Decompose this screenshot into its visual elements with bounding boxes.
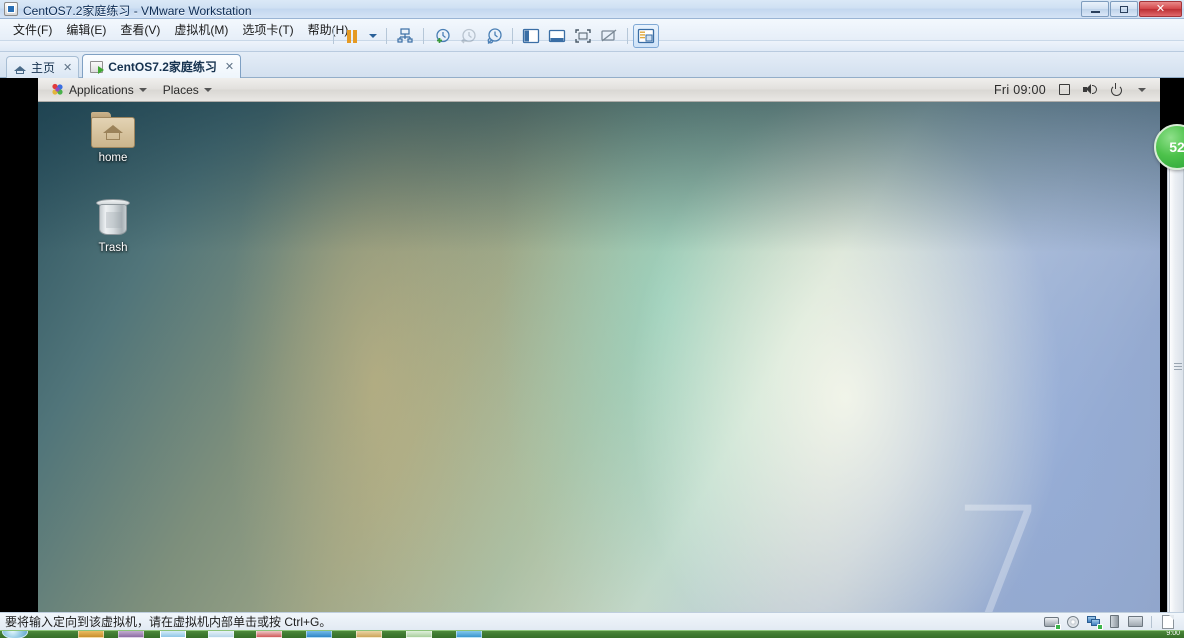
tab-centos-vm[interactable]: CentOS7.2家庭练习 ✕ (82, 54, 242, 78)
notification-icon[interactable] (1056, 82, 1072, 98)
chevron-down-icon (138, 87, 147, 92)
scrollbar-thumb[interactable] (1169, 156, 1184, 612)
guest-screen[interactable]: Applications Places Fri 09:00 7 home Tra… (38, 78, 1160, 612)
tab-home[interactable]: 主页 ✕ (6, 56, 80, 78)
desktop-icon-trash-label: Trash (98, 242, 128, 254)
toolbar (0, 24, 1184, 52)
taskbar-item[interactable] (406, 631, 432, 638)
tab-home-close-icon[interactable]: ✕ (60, 61, 72, 74)
console-view-icon (637, 28, 655, 44)
volume-icon[interactable] (1082, 82, 1098, 98)
usb-device-icon[interactable] (1106, 615, 1123, 629)
host-taskbar[interactable]: 9:00 (0, 630, 1184, 638)
host-taskbar-clock[interactable]: 9:00 (1166, 631, 1180, 637)
places-menu-label: Places (162, 82, 199, 97)
taskbar-item[interactable] (456, 631, 482, 638)
desktop-icon-home[interactable]: home (74, 112, 152, 164)
status-bar: 要将输入定向到该虚拟机，请在虚拟机内部单击或按 Ctrl+G。 (0, 612, 1184, 630)
minimize-button[interactable] (1081, 1, 1109, 17)
restore-button[interactable] (1110, 1, 1138, 17)
suspend-button[interactable] (339, 24, 365, 48)
show-library-button[interactable] (518, 24, 544, 48)
close-icon: ✕ (1155, 2, 1166, 15)
menu-file[interactable]: 文件(F) (6, 19, 59, 40)
menu-tabs[interactable]: 选项卡(T) (235, 19, 300, 40)
desktop-icon-home-label: home (98, 152, 128, 164)
status-message: 要将输入定向到该虚拟机，请在虚拟机内部单击或按 Ctrl+G。 (5, 615, 332, 629)
panel-clock[interactable]: Fri 09:00 (994, 83, 1046, 97)
wallpaper-watermark: 7 (952, 476, 1048, 612)
taskbar-item[interactable] (356, 631, 382, 638)
power-dropdown-button[interactable] (365, 24, 381, 48)
home-icon (14, 62, 26, 74)
console-vertical-scrollbar[interactable] (1167, 156, 1184, 612)
desktop-icon-trash[interactable]: Trash (74, 198, 152, 254)
menu-view[interactable]: 查看(V) (113, 19, 167, 40)
hard-disk-icon[interactable] (1043, 615, 1061, 630)
snapshot-icon (397, 28, 413, 43)
folder-icon (91, 112, 135, 148)
pause-icon (347, 29, 357, 43)
start-orb-icon[interactable] (2, 631, 28, 638)
cd-dvd-icon[interactable] (1064, 615, 1081, 629)
manage-snapshots-button[interactable] (481, 24, 507, 48)
taskbar-item[interactable] (306, 631, 332, 638)
wallpaper-shade (38, 102, 1160, 252)
printer-icon[interactable] (1127, 615, 1144, 629)
status-device-icons (1043, 614, 1184, 630)
window-title: CentOS7.2家庭练习 - VMware Workstation (23, 4, 252, 18)
clock-revert-icon (461, 28, 476, 44)
taskbar-item[interactable] (78, 631, 104, 638)
gnome-top-panel: Applications Places Fri 09:00 (38, 78, 1160, 102)
unity-mode-icon (601, 29, 617, 42)
vm-running-icon (90, 60, 105, 74)
snapshot-manager-button[interactable] (392, 24, 418, 48)
close-button[interactable]: ✕ (1139, 1, 1182, 17)
menu-edit[interactable]: 编辑(E) (59, 19, 113, 40)
scrollbar-grip (1174, 363, 1182, 370)
menu-vm[interactable]: 虚拟机(M) (167, 19, 235, 40)
clock-plus-icon (436, 28, 450, 43)
network-adapter-icon[interactable] (1085, 615, 1103, 630)
tab-centos-vm-close-icon[interactable]: ✕ (222, 60, 234, 73)
vmware-workstation-window: CentOS7.2家庭练习 - VMware Workstation ✕ 文件(… (0, 0, 1184, 638)
console-view-button[interactable] (633, 24, 659, 48)
tab-home-label: 主页 (31, 61, 56, 75)
thumbnail-bar-icon (548, 29, 566, 43)
chevron-down-icon (203, 87, 212, 92)
taskbar-item[interactable] (118, 631, 144, 638)
chevron-down-icon (369, 34, 377, 38)
system-menu-arrow[interactable] (1134, 82, 1150, 98)
taskbar-item[interactable] (160, 631, 186, 638)
revert-snapshot-button[interactable] (455, 24, 481, 48)
show-thumbnail-bar-button[interactable] (544, 24, 570, 48)
power-icon[interactable] (1108, 82, 1124, 98)
message-log-icon[interactable] (1159, 614, 1176, 629)
library-panel-icon (522, 28, 540, 44)
vm-console-area[interactable]: Applications Places Fri 09:00 7 home Tra… (0, 78, 1184, 612)
take-snapshot-button[interactable] (429, 24, 455, 48)
applications-menu-label: Applications (69, 82, 134, 97)
applications-menu[interactable]: Applications (44, 81, 154, 99)
fullscreen-button[interactable] (570, 24, 596, 48)
vmware-icon (4, 2, 18, 16)
fullscreen-icon (575, 29, 591, 43)
trash-icon (93, 198, 133, 238)
fedora-icon (51, 83, 64, 96)
clock-wrench-icon (487, 28, 502, 44)
tab-bar: 主页 ✕ CentOS7.2家庭练习 ✕ (0, 52, 1184, 78)
title-bar: CentOS7.2家庭练习 - VMware Workstation ✕ (0, 0, 1184, 19)
unity-mode-button[interactable] (596, 24, 622, 48)
window-controls: ✕ (1081, 1, 1182, 17)
taskbar-item[interactable] (208, 631, 234, 638)
desktop-wallpaper[interactable]: 7 home Trash (38, 102, 1160, 612)
places-menu[interactable]: Places (156, 81, 219, 99)
taskbar-item[interactable] (256, 631, 282, 638)
tab-centos-vm-label: CentOS7.2家庭练习 (108, 60, 217, 74)
